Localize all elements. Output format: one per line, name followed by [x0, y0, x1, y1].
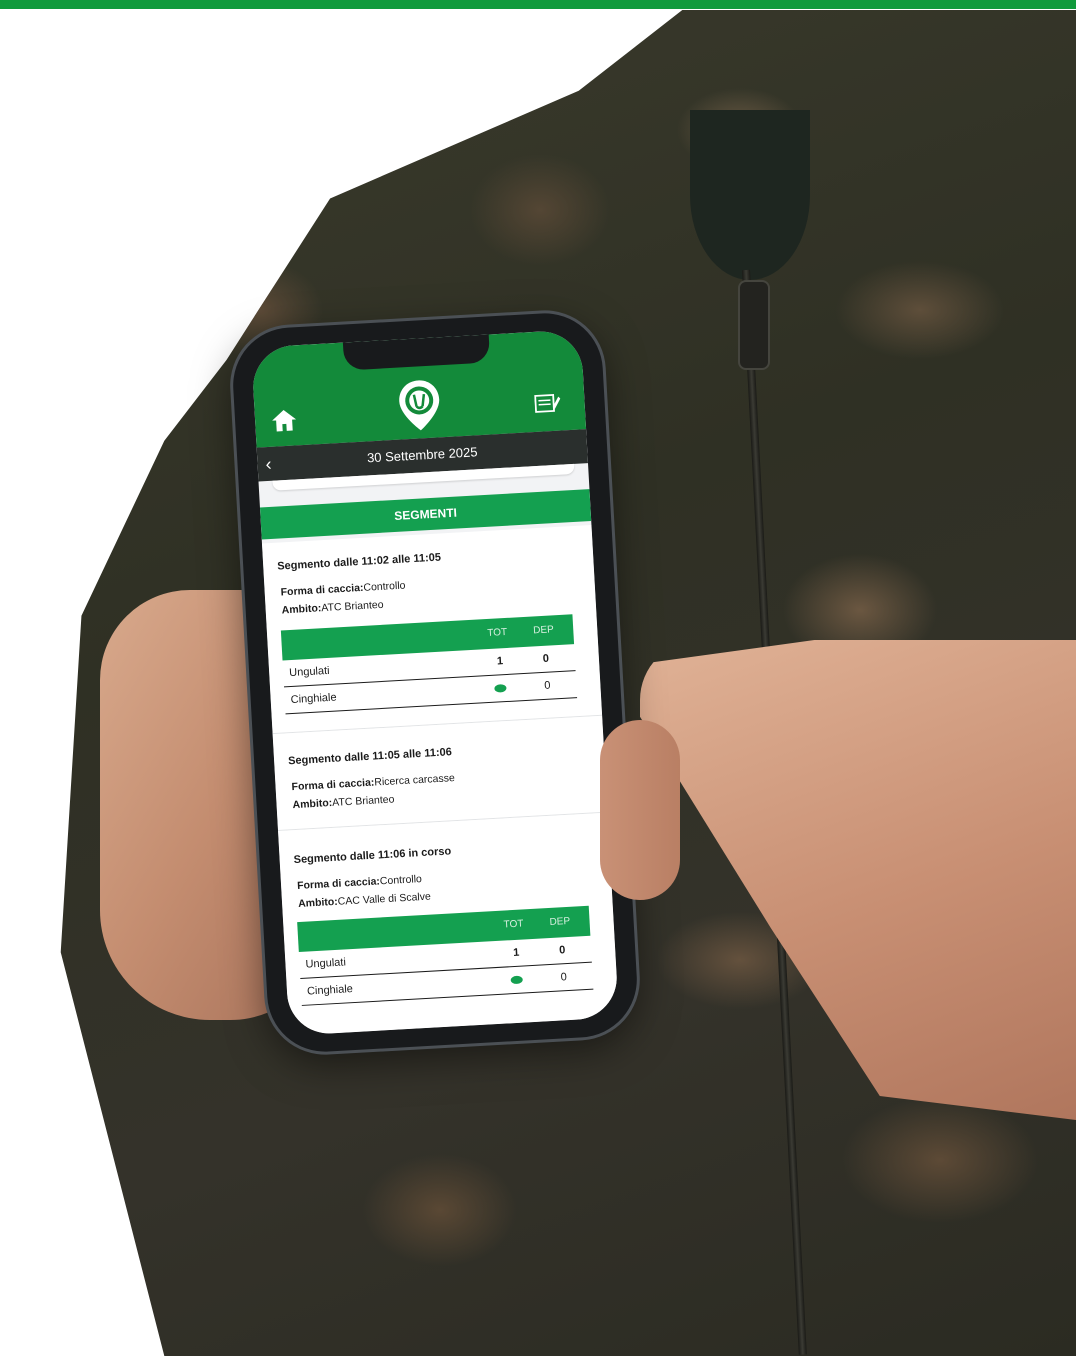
app-logo-icon: [399, 380, 440, 431]
col-dep: DEP: [532, 624, 555, 637]
count-table: TOT DEP Ungulati 1 0 Cinghiale 0: [280, 614, 578, 715]
col-dep: DEP: [549, 915, 571, 928]
row-dep: 0: [542, 652, 550, 665]
row-label: Ungulati: [288, 664, 330, 680]
segment-title: Segmento dalle 11:02 alle 11:05: [276, 551, 442, 573]
col-tot: TOT: [503, 918, 524, 931]
segment-ambito: Ambito:ATC Brianteo: [292, 793, 395, 812]
row-tot: 1: [496, 655, 504, 668]
left-hand-fingers: [600, 720, 680, 900]
notes-edit-icon[interactable]: [534, 393, 561, 414]
segment-forma: Forma di caccia:Ricerca carcasse: [291, 772, 456, 794]
row-dep: 0: [560, 971, 568, 984]
row-dep: 0: [558, 944, 566, 957]
row-dep: 0: [544, 679, 551, 692]
count-table: TOT DEP Ungulati 1 0 Cinghiale 0: [297, 905, 594, 1006]
segment-ambito: Ambito:CAC Valle di Scalve: [297, 890, 432, 910]
segment-card[interactable]: Segmento dalle 11:02 alle 11:05 Forma di…: [261, 525, 603, 735]
green-dot-icon: [494, 684, 507, 693]
top-accent-bar: [0, 0, 1076, 9]
home-icon[interactable]: [270, 407, 297, 432]
shirt-collar: [690, 110, 810, 280]
back-chevron-icon[interactable]: ‹: [265, 447, 273, 481]
row-label: Cinghiale: [306, 983, 354, 998]
segment-card[interactable]: Segmento dalle 11:06 in corso Forma di c…: [278, 812, 619, 1036]
segment-title: Segmento dalle 11:06 in corso: [293, 845, 452, 867]
segment-forma: Forma di caccia:Controllo: [296, 873, 423, 893]
zipper-pull: [738, 280, 770, 370]
segment-title: Segmento dalle 11:05 alle 11:06: [287, 746, 453, 768]
phone-screen: ‹ 30 Settembre 2025 SEGMENTI Segmento da…: [251, 329, 619, 1036]
row-label: Cinghiale: [290, 691, 337, 707]
segment-forma: Forma di caccia:Controllo: [280, 579, 406, 599]
green-dot-icon: [510, 975, 523, 985]
col-tot: TOT: [487, 626, 508, 639]
row-label: Ungulati: [305, 956, 347, 971]
smartphone: ‹ 30 Settembre 2025 SEGMENTI Segmento da…: [230, 310, 640, 1055]
segment-ambito: Ambito:ATC Brianteo: [281, 598, 384, 617]
segment-card[interactable]: Segmento dalle 11:05 alle 11:06 Forma di…: [272, 715, 608, 831]
date-label: 30 Settembre 2025: [366, 444, 478, 466]
row-tot: 1: [512, 946, 520, 960]
